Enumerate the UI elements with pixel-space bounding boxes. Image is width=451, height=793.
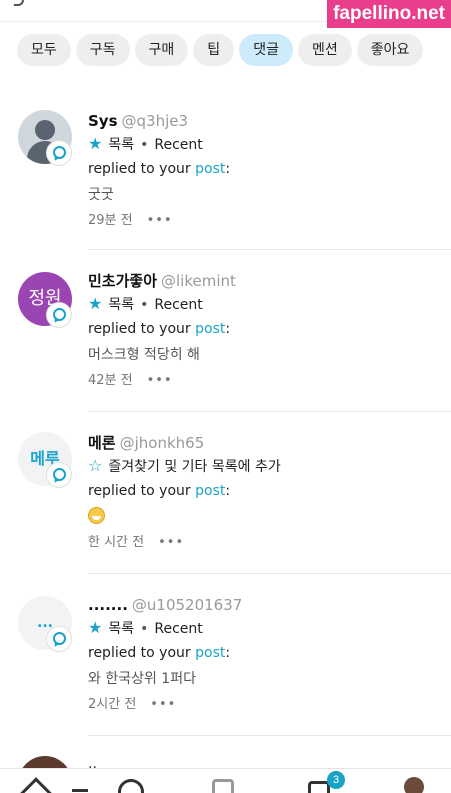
home-icon[interactable] [16,777,56,793]
post-link[interactable]: post [195,161,225,177]
back-icon[interactable] [14,0,24,6]
comment-badge-icon [46,462,72,488]
list-tag: Recent [154,621,203,637]
search-icon[interactable] [118,779,144,793]
filter-chips: 모두 구독 구매 팁 댓글 멘션 좋아요 [0,34,451,70]
action-text: replied to your [88,483,191,499]
comment-text: 와 한국상위 1퍼다 [88,671,196,687]
chip-subscribe[interactable]: 구독 [75,34,130,66]
star-filled-icon[interactable]: ★ [88,294,102,313]
comment-badge-icon [46,626,72,652]
chip-mentions[interactable]: 멘션 [297,34,352,66]
watermark: fapellino.net [327,0,451,28]
action-text: replied to your [88,161,191,177]
more-options-icon[interactable]: ••• [147,213,173,228]
more-options-icon[interactable]: ••• [158,535,184,550]
notification-item[interactable]: Sys @q3hje3 ★ 목록 • Recent replied to your po… [0,90,451,250]
partial-text: .. [88,756,97,768]
new-post-icon[interactable] [212,779,234,793]
add-to-list-label[interactable]: 즐겨찾기 및 기타 목록에 추가 [108,459,280,475]
comment-badge-icon [46,302,72,328]
user-handle: @likemint [161,272,236,290]
action-colon: : [225,321,231,337]
post-link[interactable]: post [195,645,225,661]
list-label[interactable]: 목록 [108,621,134,637]
more-options-icon[interactable]: ••• [150,697,176,712]
comment-badge-icon [46,140,72,166]
timestamp: 29분 전 [88,213,133,228]
user-handle: @q3hje3 [121,112,189,130]
comment-text: 굿굿 [88,187,114,203]
divider [88,735,451,736]
user-handle: @jhonkh65 [119,434,205,452]
list-label[interactable]: 목록 [108,297,134,313]
star-filled-icon[interactable]: ★ [88,618,102,637]
chip-purchase[interactable]: 구매 [134,34,189,66]
chip-comments[interactable]: 댓글 [239,34,293,66]
menu-icon[interactable] [72,789,88,793]
notification-item[interactable]: 정원 민초가좋아 @likemint ★ 목록 • Recent replied to … [0,250,451,412]
separator-dot: • [140,137,149,153]
grinning-emoji-icon [88,507,105,524]
notification-item[interactable]: ... ....... @u105201637 ★ 목록 • Recent replie… [0,574,451,736]
chip-all[interactable]: 모두 [17,34,71,66]
user-name[interactable]: 민초가좋아 [88,272,157,290]
more-options-icon[interactable]: ••• [147,373,173,388]
user-name[interactable]: 메론 [88,434,116,452]
timestamp: 한 시간 전 [88,535,145,550]
notification-item[interactable]: 메루 메론 @jhonkh65 ☆ 즐겨찾기 및 기타 목록에 추가 replied… [0,412,451,574]
action-colon: : [225,483,231,499]
notification-count-badge: 3 [327,771,345,789]
user-name[interactable]: ....... [88,596,128,614]
list-tag: Recent [154,137,203,153]
post-link[interactable]: post [195,321,225,337]
star-outline-icon[interactable]: ☆ [88,456,102,475]
action-colon: : [225,645,231,661]
list-tag: Recent [154,297,203,313]
separator-dot: • [140,297,149,313]
notification-item-partial[interactable]: .. [0,752,451,768]
chip-likes[interactable]: 좋아요 [356,34,424,66]
bottom-navigation: 3 [0,768,451,793]
user-handle: @u105201637 [131,596,243,614]
action-colon: : [225,161,231,177]
comment-text: 머스크형 적당히 해 [88,347,200,363]
avatar[interactable] [18,756,72,768]
timestamp: 42분 전 [88,373,133,388]
separator-dot: • [140,621,149,637]
timestamp: 2시간 전 [88,697,137,712]
post-link[interactable]: post [195,483,225,499]
chip-tip[interactable]: 팁 [193,34,235,66]
action-text: replied to your [88,321,191,337]
star-filled-icon[interactable]: ★ [88,134,102,153]
profile-avatar-icon[interactable] [404,777,424,793]
user-name[interactable]: Sys [88,112,118,130]
list-label[interactable]: 목록 [108,137,134,153]
action-text: replied to your [88,645,191,661]
